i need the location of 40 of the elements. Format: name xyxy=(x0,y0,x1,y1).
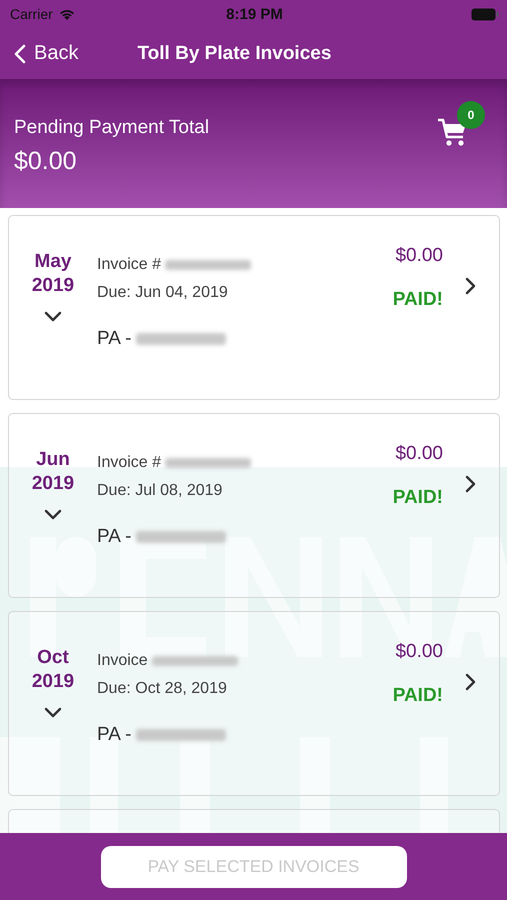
invoice-card[interactable]: Oct 2019 Invoice Due: Oct 28, 2019 PA - $0.00 PAID! xyxy=(8,611,500,796)
wifi-icon xyxy=(58,8,76,20)
invoice-year: 2019 xyxy=(32,274,74,298)
invoice-month: Oct xyxy=(37,646,69,670)
invoice-number-label: Invoice # xyxy=(97,256,162,274)
expand-chevron-icon[interactable] xyxy=(44,707,62,718)
due-date: Due: Jul 08, 2019 xyxy=(97,482,224,500)
screen-title: Toll By Plate Invoices xyxy=(137,42,332,64)
invoice-number-label: Invoice # xyxy=(97,454,162,472)
invoice-year: 2019 xyxy=(32,670,74,694)
invoice-month: May xyxy=(34,250,72,274)
payment-status: PAID! xyxy=(392,289,443,311)
battery-icon xyxy=(471,8,500,20)
payment-status: PAID! xyxy=(392,685,443,707)
invoice-number-label: Invoice xyxy=(97,652,148,670)
due-date: Due: Oct 28, 2019 xyxy=(97,680,228,698)
due-date: Due: Jun 04, 2019 xyxy=(97,284,229,302)
back-button[interactable]: Back xyxy=(0,42,78,65)
invoice-amount: $0.00 xyxy=(395,641,443,663)
plate-label: PA - xyxy=(97,328,132,350)
plate-label: PA - xyxy=(97,724,132,746)
invoice-amount: $0.00 xyxy=(395,443,443,465)
expand-chevron-icon[interactable] xyxy=(44,509,62,520)
plate-label: PA - xyxy=(97,526,132,548)
chevron-right-icon xyxy=(465,475,476,493)
invoice-card[interactable]: May 2019 Invoice # Due: Jun 04, 2019 PA - $0.00 PAID! xyxy=(8,215,500,400)
back-chevron-icon[interactable] xyxy=(14,44,26,64)
chevron-right-icon xyxy=(465,277,476,295)
invoice-card[interactable]: Jun 2019 Invoice # Due: Jul 08, 2019 PA - $0.00 PAID! xyxy=(8,413,500,598)
chevron-right-icon xyxy=(465,673,476,691)
cart-count-badge: 0 xyxy=(457,101,485,129)
payment-status: PAID! xyxy=(392,487,443,509)
invoice-month: Jun xyxy=(36,448,70,472)
carrier-label: Carrier xyxy=(10,6,53,22)
expand-chevron-icon[interactable] xyxy=(44,311,62,322)
clock-time: 8:19 PM xyxy=(226,6,283,22)
invoice-amount: $0.00 xyxy=(395,245,443,267)
invoice-year: 2019 xyxy=(32,472,74,496)
total-amount: $0.00 xyxy=(14,147,78,176)
total-label: Pending Payment Total xyxy=(14,117,210,139)
